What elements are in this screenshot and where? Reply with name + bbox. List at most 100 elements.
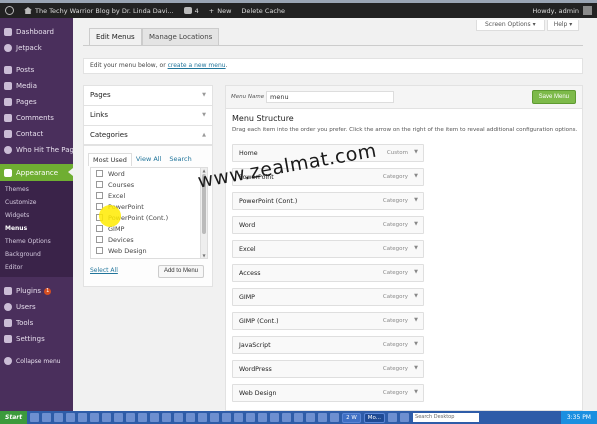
category-checkbox[interactable] xyxy=(96,181,103,188)
select-all-link[interactable]: Select All xyxy=(90,267,118,274)
chevron-down-icon[interactable]: ▼ xyxy=(414,293,418,299)
wp-logo-button[interactable] xyxy=(0,3,19,18)
chevron-down-icon[interactable]: ▼ xyxy=(414,197,418,203)
quick-launch-icon[interactable] xyxy=(54,413,64,422)
menu-item[interactable]: Web Design Category ▼ xyxy=(232,384,424,402)
submenu-item-theme-options[interactable]: Theme Options xyxy=(0,235,73,248)
quick-launch-icon[interactable] xyxy=(294,413,304,422)
chevron-down-icon[interactable]: ▼ xyxy=(414,341,418,347)
menu-item[interactable]: GIMP (Cont.) Category ▼ xyxy=(232,312,424,330)
chevron-down-icon[interactable]: ▼ xyxy=(414,173,418,179)
category-checkbox[interactable] xyxy=(96,192,103,199)
sidebar-item-plugins[interactable]: Plugins 1 xyxy=(0,283,73,299)
create-new-menu-link[interactable]: create a new menu xyxy=(168,62,226,69)
menu-item[interactable]: Word Category ▼ xyxy=(232,216,424,234)
quick-launch-icon[interactable] xyxy=(126,413,136,422)
quick-launch-icon[interactable] xyxy=(318,413,328,422)
collapse-menu-button[interactable]: Collapse menu xyxy=(0,353,73,369)
help-button[interactable]: Help ▾ xyxy=(547,20,579,31)
sidebar-item-dashboard[interactable]: Dashboard xyxy=(0,24,73,40)
sidebar-item-settings[interactable]: Settings xyxy=(0,331,73,347)
quick-launch-icon[interactable] xyxy=(162,413,172,422)
sidebar-item-users[interactable]: Users xyxy=(0,299,73,315)
quick-launch-icon[interactable] xyxy=(30,413,40,422)
sidebar-item-appearance[interactable]: Appearance xyxy=(0,164,73,181)
tab-search[interactable]: Search xyxy=(165,153,195,166)
list-item[interactable]: Word xyxy=(91,168,207,179)
quick-launch-icon[interactable] xyxy=(174,413,184,422)
taskbar-app-icon[interactable] xyxy=(388,413,398,422)
submenu-item-themes[interactable]: Themes xyxy=(0,183,73,196)
menu-item[interactable]: JavaScript Category ▼ xyxy=(232,336,424,354)
tab-edit-menus[interactable]: Edit Menus xyxy=(89,28,142,45)
add-to-menu-button[interactable]: Add to Menu xyxy=(157,265,204,278)
site-name-link[interactable]: The Techy Warrior Blog by Dr. Linda Davi… xyxy=(19,3,179,18)
comments-link[interactable]: 4 xyxy=(179,3,204,18)
quick-launch-icon[interactable] xyxy=(150,413,160,422)
submenu-item-customize[interactable]: Customize xyxy=(0,196,73,209)
category-checkbox[interactable] xyxy=(96,170,103,177)
quick-launch-icon[interactable] xyxy=(234,413,244,422)
menu-item[interactable]: Excel Category ▼ xyxy=(232,240,424,258)
screen-options-button[interactable]: Screen Options ▾ xyxy=(476,20,545,31)
menu-item[interactable]: Access Category ▼ xyxy=(232,264,424,282)
menu-item[interactable]: PowerPoint (Cont.) Category ▼ xyxy=(232,192,424,210)
desktop-search-input[interactable]: Search Desktop xyxy=(413,413,480,422)
sidebar-item-posts[interactable]: Posts xyxy=(0,62,73,78)
sidebar-item-pages[interactable]: Pages xyxy=(0,94,73,110)
sidebar-item-comments[interactable]: Comments xyxy=(0,110,73,126)
category-checkbox[interactable] xyxy=(96,225,103,232)
quick-launch-icon[interactable] xyxy=(282,413,292,422)
chevron-down-icon[interactable]: ▼ xyxy=(414,365,418,371)
accordion-section-links[interactable]: Links ▼ xyxy=(83,105,213,125)
sidebar-item-tools[interactable]: Tools xyxy=(0,315,73,331)
taskbar-task-word[interactable]: 2 W xyxy=(342,412,361,423)
save-menu-button[interactable]: Save Menu xyxy=(531,90,576,104)
delete-cache-link[interactable]: Delete Cache xyxy=(236,3,290,18)
chevron-down-icon[interactable]: ▼ xyxy=(414,149,418,155)
quick-launch-icon[interactable] xyxy=(42,413,52,422)
quick-launch-icon[interactable] xyxy=(246,413,256,422)
chevron-down-icon[interactable]: ▼ xyxy=(414,317,418,323)
quick-launch-icon[interactable] xyxy=(102,413,112,422)
quick-launch-icon[interactable] xyxy=(186,413,196,422)
quick-launch-icon[interactable] xyxy=(198,413,208,422)
quick-launch-icon[interactable] xyxy=(138,413,148,422)
accordion-section-pages[interactable]: Pages ▼ xyxy=(83,85,213,105)
sidebar-item-media[interactable]: Media xyxy=(0,78,73,94)
submenu-item-editor[interactable]: Editor xyxy=(0,261,73,274)
quick-launch-icon[interactable] xyxy=(66,413,76,422)
sidebar-item-contact[interactable]: Contact xyxy=(0,126,73,142)
category-checkbox[interactable] xyxy=(96,236,103,243)
taskbar-app-icon[interactable] xyxy=(400,413,410,422)
sidebar-item-jetpack[interactable]: Jetpack xyxy=(0,40,73,56)
list-item[interactable]: Courses xyxy=(91,179,207,190)
tab-view-all[interactable]: View All xyxy=(132,153,166,166)
chevron-down-icon[interactable]: ▼ xyxy=(414,245,418,251)
sidebar-item-who-hit-the-page[interactable]: Who Hit The Page xyxy=(0,142,78,158)
account-menu[interactable]: Howdy, admin xyxy=(527,3,597,18)
chevron-down-icon[interactable]: ▼ xyxy=(414,389,418,395)
list-item[interactable]: Devices xyxy=(91,234,207,245)
quick-launch-icon[interactable] xyxy=(90,413,100,422)
tab-most-used[interactable]: Most Used xyxy=(88,153,132,166)
menu-item[interactable]: WordPress Category ▼ xyxy=(232,360,424,378)
quick-launch-icon[interactable] xyxy=(114,413,124,422)
quick-launch-icon[interactable] xyxy=(306,413,316,422)
chevron-down-icon[interactable]: ▼ xyxy=(414,221,418,227)
submenu-item-background[interactable]: Background xyxy=(0,248,73,261)
quick-launch-icon[interactable] xyxy=(258,413,268,422)
quick-launch-icon[interactable] xyxy=(222,413,232,422)
quick-launch-icon[interactable] xyxy=(330,413,340,422)
category-checkbox[interactable] xyxy=(96,247,103,254)
submenu-item-menus[interactable]: Menus xyxy=(0,222,73,235)
taskbar-task-browser[interactable]: Mo... xyxy=(363,412,386,423)
tab-manage-locations[interactable]: Manage Locations xyxy=(142,28,220,45)
scroll-down-icon[interactable]: ▼ xyxy=(201,253,207,258)
start-button[interactable]: Start xyxy=(0,411,28,424)
quick-launch-icon[interactable] xyxy=(210,413,220,422)
list-item[interactable]: Web Design xyxy=(91,245,207,256)
menu-name-input[interactable] xyxy=(266,91,394,103)
quick-launch-icon[interactable] xyxy=(270,413,280,422)
quick-launch-icon[interactable] xyxy=(78,413,88,422)
